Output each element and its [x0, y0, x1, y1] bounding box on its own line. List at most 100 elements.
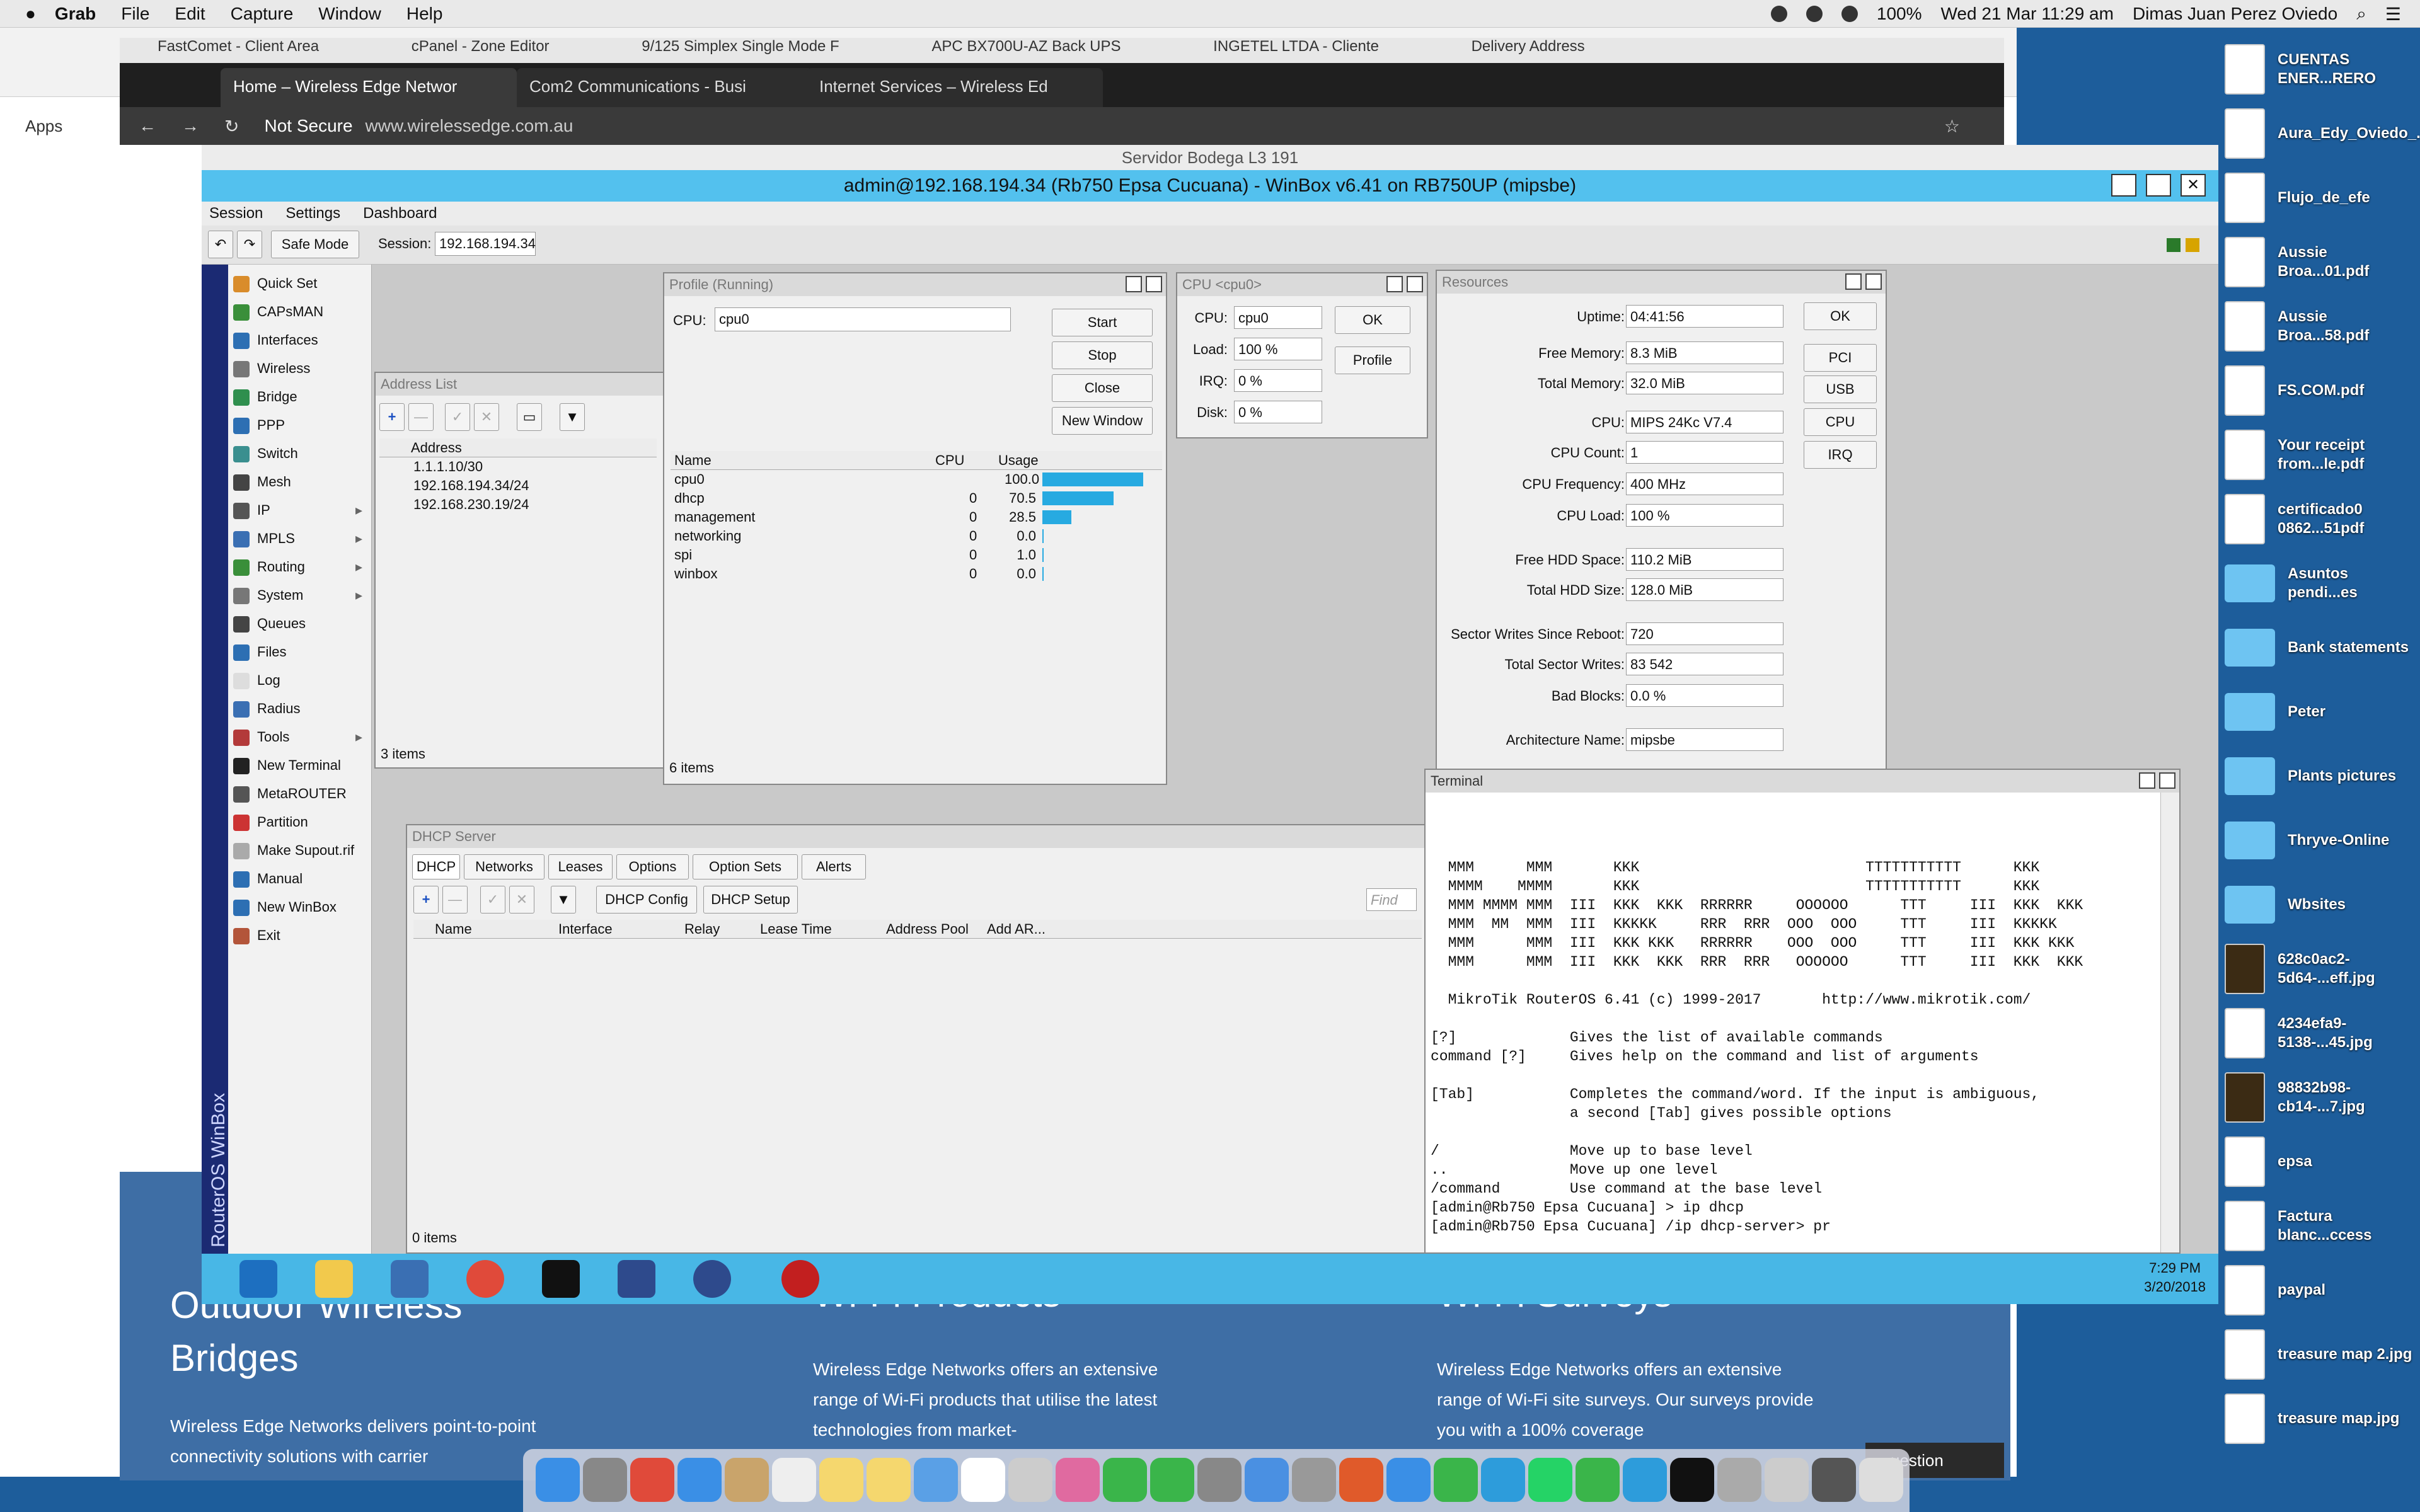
desktop-item[interactable]: epsa [2225, 1130, 2420, 1193]
menu-file[interactable]: File [121, 4, 149, 24]
sidebar-item-interfaces[interactable]: Interfaces [233, 326, 369, 354]
desktop-item[interactable]: 4234efa9-5138-...45.jpg [2225, 1002, 2420, 1065]
panel-close-icon[interactable] [1865, 273, 1882, 290]
volume-icon[interactable] [1841, 6, 1858, 22]
resource-value[interactable]: 04:41:56 [1626, 305, 1783, 328]
desktop-item[interactable]: Aura_Edy_Oviedo_...a1.pdf [2225, 102, 2420, 165]
col-name[interactable]: Name [674, 451, 712, 470]
back-icon[interactable]: ← [139, 116, 156, 136]
menu-app-name[interactable]: Grab [55, 4, 96, 24]
sidebar-item-switch[interactable]: Switch [233, 440, 369, 467]
profile-row-name[interactable]: winbox [674, 564, 717, 583]
sidebar-item-capsman[interactable]: CAPsMAN [233, 298, 369, 326]
close-button[interactable]: Close [1052, 374, 1153, 402]
notifications-icon[interactable]: ☰ [2385, 4, 2401, 25]
resource-value[interactable]: 128.0 MiB [1626, 578, 1783, 601]
resource-value[interactable]: 83 542 [1626, 653, 1783, 675]
profile-row-name[interactable]: networking [674, 527, 741, 546]
terminal-scrollbar[interactable] [2160, 793, 2179, 1252]
col-relay[interactable]: Relay [684, 920, 720, 939]
cpu-field-value[interactable]: 0 % [1234, 369, 1322, 392]
desktop-item[interactable]: Peter [2225, 680, 2420, 743]
col-name[interactable]: Name [435, 920, 472, 939]
dhcp-setup-button[interactable]: DHCP Setup [703, 886, 798, 914]
resource-value[interactable]: 100 % [1626, 504, 1783, 527]
panel-close-icon[interactable] [2159, 772, 2175, 789]
panel-maximize-icon[interactable] [1386, 276, 1403, 292]
undo-icon[interactable]: ↶ [208, 231, 233, 258]
forward-icon[interactable]: → [182, 116, 199, 136]
panel-maximize-icon[interactable] [1126, 276, 1142, 292]
close-icon[interactable]: ✕ [2181, 174, 2206, 197]
address-row[interactable]: 192.168.194.34/24 [413, 476, 529, 495]
dock-app-icon[interactable] [1812, 1458, 1856, 1502]
dock-app-icon[interactable] [1670, 1458, 1714, 1502]
menu-settings[interactable]: Settings [285, 202, 340, 226]
terminal-window[interactable]: Terminal MMM MMM KKK TTTTTTTTTTT KKK MMM… [1424, 769, 2181, 1254]
menu-capture[interactable]: Capture [231, 4, 294, 24]
dock-app-icon[interactable] [1197, 1458, 1242, 1502]
sidebar-item-mpls[interactable]: MPLS ▸ [233, 525, 369, 553]
menu-session[interactable]: Session [209, 202, 263, 226]
desktop-item[interactable]: Factura blanc...ccess [2225, 1194, 2420, 1257]
sidebar-item-ppp[interactable]: PPP [233, 411, 369, 439]
profile-row-name[interactable]: management [674, 508, 755, 527]
menu-window[interactable]: Window [318, 4, 381, 24]
tab-cpanel[interactable]: cPanel - Zone Editor [412, 38, 550, 55]
desktop-item[interactable]: 98832b98-cb14-...7.jpg [2225, 1066, 2420, 1129]
session-field[interactable]: 192.168.194.34 [435, 232, 536, 256]
dhcp-tab-options[interactable]: Options [616, 854, 689, 879]
redo-icon[interactable]: ↷ [237, 231, 262, 258]
sidebar-item-files[interactable]: Files [233, 638, 369, 666]
comment-icon[interactable]: ▭ [517, 403, 542, 431]
dock-app-icon[interactable] [1339, 1458, 1383, 1502]
desktop-item[interactable]: FS.COM.pdf [2225, 359, 2420, 422]
col-usage[interactable]: Usage [998, 451, 1039, 470]
dhcp-config-button[interactable]: DHCP Config [596, 886, 697, 914]
tab-fastcomet[interactable]: FastComet - Client Area [158, 38, 319, 55]
address-header[interactable]: Address [379, 438, 657, 457]
dock-app-icon[interactable] [819, 1458, 863, 1502]
resource-value[interactable]: 8.3 MiB [1626, 341, 1783, 364]
minimize-icon[interactable] [2111, 174, 2136, 197]
wifi-icon[interactable] [1806, 6, 1823, 22]
address-row[interactable]: 192.168.230.19/24 [413, 495, 529, 514]
menu-help[interactable]: Help [406, 4, 443, 24]
dhcp-tab-networks[interactable]: Networks [464, 854, 544, 879]
tab-wirelessedge[interactable]: Home – Wireless Edge Networ [221, 68, 517, 107]
sidebar-item-system[interactable]: System ▸ [233, 581, 369, 609]
taskbar-clock[interactable]: 7:29 PM 3/20/2018 [2144, 1259, 2206, 1297]
dock-app-icon[interactable] [1245, 1458, 1289, 1502]
dock-app-icon[interactable] [1056, 1458, 1100, 1502]
clock[interactable]: Wed 21 Mar 11:29 am [1941, 4, 2114, 24]
sidebar-item-exit[interactable]: Exit [233, 922, 369, 949]
safe-mode-button[interactable]: Safe Mode [271, 231, 359, 258]
dhcp-filter-icon[interactable]: ▼ [551, 886, 576, 914]
col-lease-time[interactable]: Lease Time [760, 920, 832, 939]
panel-close-icon[interactable] [1146, 276, 1162, 292]
dock-app-icon[interactable] [1717, 1458, 1761, 1502]
start-button[interactable]: Start [1052, 309, 1153, 336]
resource-value[interactable]: 720 [1626, 622, 1783, 645]
explorer-icon[interactable] [315, 1260, 353, 1298]
battery-percent[interactable]: 100% [1877, 4, 1922, 24]
dock-app-icon[interactable] [536, 1458, 580, 1502]
dock-app-icon[interactable] [1859, 1458, 1903, 1502]
resource-value[interactable]: 32.0 MiB [1626, 372, 1783, 394]
profile-row-name[interactable]: dhcp [674, 489, 705, 508]
address-row[interactable]: 1.1.1.10/30 [413, 457, 483, 476]
resources-irq-button[interactable]: IRQ [1804, 441, 1877, 469]
col-cpu[interactable]: CPU [935, 451, 964, 470]
dock-app-icon[interactable] [867, 1458, 911, 1502]
new-window-button[interactable]: New Window [1052, 407, 1153, 435]
profile-row-name[interactable]: spi [674, 546, 692, 564]
sidebar-item-bridge[interactable]: Bridge [233, 383, 369, 411]
dock-app-icon[interactable] [772, 1458, 816, 1502]
dock-app-icon[interactable] [677, 1458, 722, 1502]
dock-app-icon[interactable] [1434, 1458, 1478, 1502]
chrome-icon[interactable] [466, 1260, 504, 1298]
isp-bookmark[interactable]: ISP [135, 148, 160, 166]
apple-icon[interactable]: ● [25, 4, 36, 24]
cloud-icon[interactable] [1770, 6, 1787, 22]
cpu-ok-button[interactable]: OK [1335, 306, 1410, 334]
